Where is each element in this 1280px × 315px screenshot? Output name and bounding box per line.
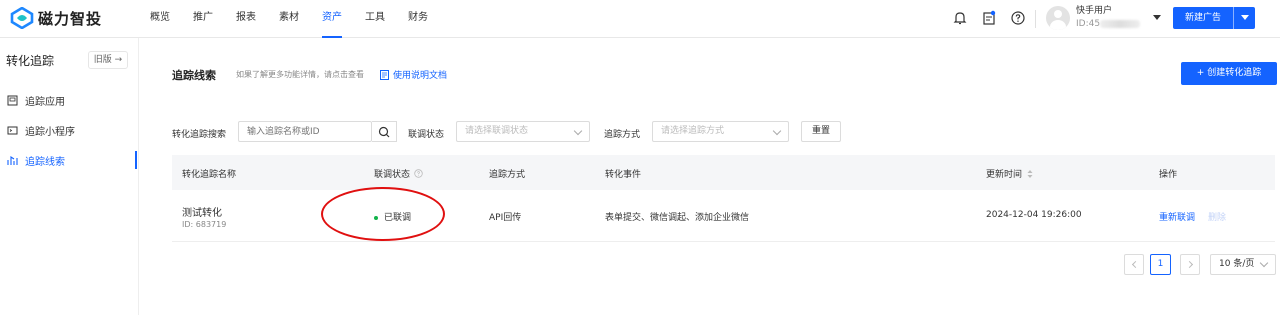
doc-link[interactable]: 使用说明文档 <box>380 68 447 81</box>
user-menu[interactable]: 快手用户 ID:45 <box>1046 5 1141 31</box>
help-icon[interactable] <box>414 169 423 178</box>
search-input[interactable] <box>238 121 372 142</box>
sidebar-title: 转化追踪 <box>6 54 55 68</box>
mini-program-icon <box>7 126 18 134</box>
column-header-name: 转化追踪名称 <box>182 170 237 180</box>
old-version-button[interactable]: 旧版 → <box>88 51 128 69</box>
page-tip: 如果了解更多功能详情，请点击查看 <box>236 70 364 79</box>
nav-assets[interactable]: 资产 <box>322 0 342 38</box>
status-label: 联调状态 <box>408 130 445 140</box>
bell-icon[interactable] <box>952 10 968 26</box>
search-label: 转化追踪搜索 <box>172 130 227 140</box>
top-navigation-bar: 磁力智投 概览 推广 报表 素材 资产 工具 财务 快手用户 ID:45 新建广… <box>0 0 1280 38</box>
delete-button[interactable]: 删除 <box>1208 210 1226 223</box>
doc-link-label[interactable]: 使用说明文档 <box>393 68 447 81</box>
sidebar-item-track-app[interactable]: 追踪应用 <box>0 87 139 113</box>
chevron-down-icon <box>772 126 782 136</box>
nav-reports[interactable]: 报表 <box>236 0 256 38</box>
chevron-right-icon <box>1185 260 1194 269</box>
tracking-id: ID: 683719 <box>182 220 227 229</box>
app-icon <box>7 95 18 105</box>
top-icons <box>952 10 1039 26</box>
sidebar-item-track-mini-program[interactable]: 追踪小程序 <box>0 117 139 143</box>
column-header-status: 联调状态 <box>374 167 423 180</box>
tracking-name: 测试转化 <box>182 208 222 219</box>
nav-promotion[interactable]: 推广 <box>193 0 213 38</box>
chevron-left-icon <box>1131 260 1140 269</box>
updated-time: 2024-12-04 19:26:00 <box>986 210 1082 220</box>
sidebar-item-label: 追踪小程序 <box>25 126 75 138</box>
page-size-select[interactable]: 10 条/页 <box>1210 254 1276 275</box>
status-select[interactable]: 请选择联调状态 <box>456 121 590 142</box>
create-tracking-button[interactable]: + 创建转化追踪 <box>1181 62 1277 85</box>
column-header-method: 追踪方式 <box>489 170 526 180</box>
brand-logo[interactable]: 磁力智投 <box>10 7 102 29</box>
nav-tools[interactable]: 工具 <box>365 0 385 38</box>
method-select[interactable]: 请选择追踪方式 <box>652 121 789 142</box>
page-title: 追踪线索 <box>172 69 216 82</box>
main-nav: 概览 推广 报表 素材 资产 工具 财务 <box>150 0 451 38</box>
sort-icon[interactable] <box>1026 169 1034 179</box>
help-icon[interactable] <box>1010 10 1026 26</box>
new-ad-button[interactable]: 新建广告 <box>1173 7 1255 29</box>
message-icon[interactable] <box>981 10 997 26</box>
new-ad-dropdown-icon[interactable] <box>1233 7 1255 29</box>
reset-button[interactable]: 重置 <box>801 121 841 142</box>
search-icon <box>378 126 390 138</box>
column-header-actions: 操作 <box>1159 170 1178 180</box>
column-header-updated[interactable]: 更新时间 <box>986 167 1034 180</box>
sidebar: 转化追踪 旧版 → 追踪应用 追踪小程序 追踪线索 <box>0 38 139 315</box>
avatar <box>1046 6 1070 30</box>
conversion-events: 表单提交、微信调起、添加企业微信 <box>605 213 750 223</box>
relink-button[interactable]: 重新联调 <box>1159 210 1195 223</box>
new-ad-label[interactable]: 新建广告 <box>1173 7 1233 29</box>
table-header: 转化追踪名称 联调状态 追踪方式 转化事件 更新时间 操作 <box>172 155 1275 190</box>
status-select-placeholder: 请选择联调状态 <box>465 126 529 136</box>
method-label: 追踪方式 <box>604 130 641 140</box>
tracking-method: API回传 <box>489 213 522 223</box>
nav-finance[interactable]: 财务 <box>408 0 428 38</box>
annotation-circle <box>321 187 445 241</box>
sidebar-item-label: 追踪线索 <box>25 156 65 168</box>
method-select-placeholder: 请选择追踪方式 <box>661 126 725 136</box>
logo-icon <box>10 7 34 29</box>
brand-name: 磁力智投 <box>38 9 103 28</box>
prev-page-button[interactable] <box>1124 254 1144 275</box>
next-page-button[interactable] <box>1180 254 1200 275</box>
chevron-down-icon <box>573 126 583 136</box>
divider <box>1035 10 1036 28</box>
chevron-down-icon[interactable] <box>1153 15 1161 20</box>
leads-icon <box>7 155 18 165</box>
page-number[interactable]: 1 <box>1150 254 1171 275</box>
chevron-down-icon <box>1259 258 1269 268</box>
document-icon <box>380 69 389 80</box>
sidebar-item-track-leads[interactable]: 追踪线索 <box>0 147 139 173</box>
sidebar-item-label: 追踪应用 <box>25 96 65 108</box>
column-header-events: 转化事件 <box>605 170 642 180</box>
nav-overview[interactable]: 概览 <box>150 0 170 38</box>
user-name: 快手用户 <box>1076 6 1113 16</box>
search-button[interactable] <box>372 121 397 142</box>
user-id: ID:45 <box>1076 18 1141 31</box>
nav-materials[interactable]: 素材 <box>279 0 299 38</box>
